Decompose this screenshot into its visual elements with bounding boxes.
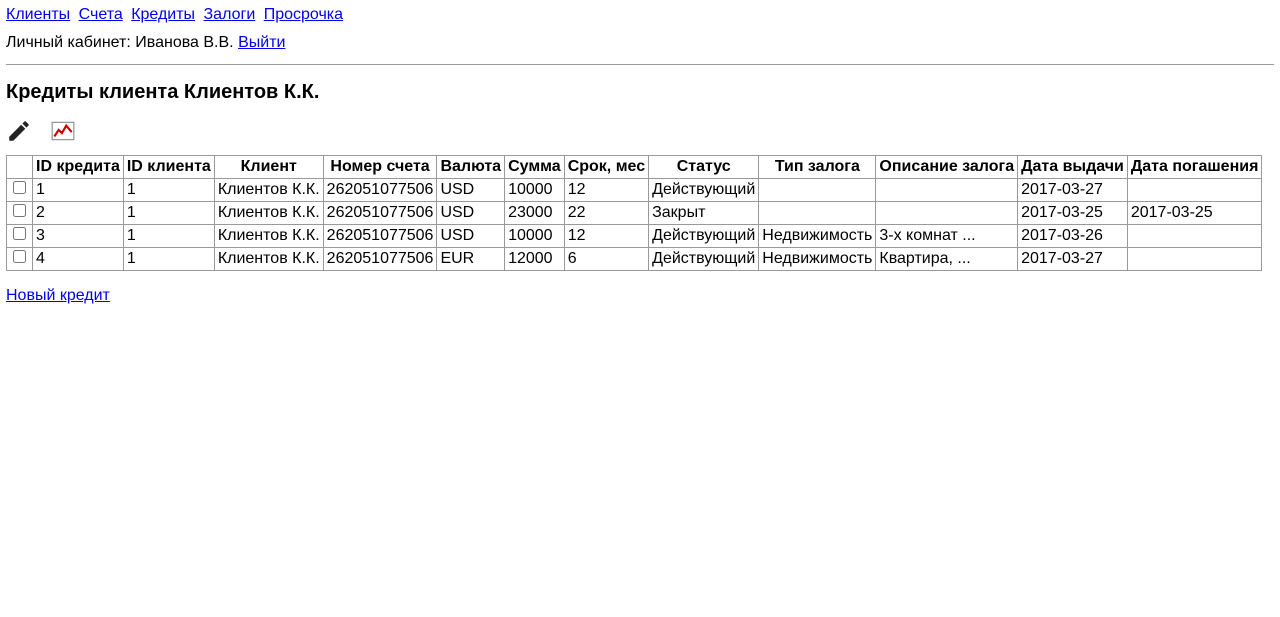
header-issue-date: Дата выдачи: [1018, 156, 1128, 179]
page-title: Кредиты клиента Клиентов К.К.: [6, 81, 1274, 104]
cell-credit-id: 2: [33, 202, 124, 225]
cell-repay-date: [1127, 225, 1262, 248]
logout-link[interactable]: Выйти: [238, 34, 285, 51]
cell-client-id: 1: [123, 179, 214, 202]
table-header-row: ID кредита ID клиента Клиент Номер счета…: [7, 156, 1262, 179]
cell-amount: 10000: [505, 179, 565, 202]
checkbox-cell: [7, 225, 33, 248]
header-client: Клиент: [214, 156, 323, 179]
cell-status: Действующий: [649, 248, 759, 271]
row-checkbox[interactable]: [13, 181, 26, 194]
cell-status: Действующий: [649, 179, 759, 202]
cell-status: Закрыт: [649, 202, 759, 225]
table-row: 21Клиентов К.К.262051077506USD2300022Зак…: [7, 202, 1262, 225]
cell-status: Действующий: [649, 225, 759, 248]
header-credit-id: ID кредита: [33, 156, 124, 179]
checkbox-cell: [7, 202, 33, 225]
cell-pledge-type: Недвижимость: [759, 225, 876, 248]
cell-issue-date: 2017-03-26: [1018, 225, 1128, 248]
header-currency: Валюта: [437, 156, 505, 179]
main-nav: Клиенты Счета Кредиты Залоги Просрочка: [6, 6, 1274, 24]
header-pledge-desc: Описание залога: [876, 156, 1018, 179]
cell-currency: EUR: [437, 248, 505, 271]
checkbox-cell: [7, 248, 33, 271]
toolbar: [6, 118, 1274, 149]
account-user-label: Личный кабинет: Иванова В.В.: [6, 34, 234, 51]
cell-account: 262051077506: [323, 225, 437, 248]
cell-pledge-desc: 3-х комнат ...: [876, 225, 1018, 248]
cell-account: 262051077506: [323, 202, 437, 225]
chart-button[interactable]: [50, 118, 76, 149]
cell-pledge-desc: [876, 179, 1018, 202]
cell-currency: USD: [437, 225, 505, 248]
cell-amount: 10000: [505, 225, 565, 248]
cell-client: Клиентов К.К.: [214, 225, 323, 248]
pencil-icon: [6, 118, 32, 144]
cell-account: 262051077506: [323, 179, 437, 202]
cell-client-id: 1: [123, 225, 214, 248]
nav-pledges[interactable]: Залоги: [204, 6, 256, 23]
cell-issue-date: 2017-03-27: [1018, 248, 1128, 271]
credits-table: ID кредита ID клиента Клиент Номер счета…: [6, 155, 1262, 271]
row-checkbox[interactable]: [13, 250, 26, 263]
cell-amount: 12000: [505, 248, 565, 271]
cell-term: 6: [564, 248, 648, 271]
cell-amount: 23000: [505, 202, 565, 225]
nav-accounts[interactable]: Счета: [79, 6, 123, 23]
cell-repay-date: [1127, 248, 1262, 271]
cell-term: 12: [564, 179, 648, 202]
chart-icon: [50, 118, 76, 144]
cell-pledge-type: [759, 202, 876, 225]
cell-credit-id: 3: [33, 225, 124, 248]
cell-client: Клиентов К.К.: [214, 179, 323, 202]
cell-client: Клиентов К.К.: [214, 202, 323, 225]
checkbox-cell: [7, 179, 33, 202]
new-credit-link[interactable]: Новый кредит: [6, 287, 110, 305]
header-repay-date: Дата погашения: [1127, 156, 1262, 179]
header-checkbox: [7, 156, 33, 179]
table-row: 41Клиентов К.К.262051077506EUR120006Дейс…: [7, 248, 1262, 271]
divider: [6, 64, 1274, 65]
nav-overdue[interactable]: Просрочка: [264, 6, 343, 23]
account-bar: Личный кабинет: Иванова В.В. Выйти: [6, 34, 1274, 52]
cell-credit-id: 4: [33, 248, 124, 271]
header-client-id: ID клиента: [123, 156, 214, 179]
cell-account: 262051077506: [323, 248, 437, 271]
header-pledge-type: Тип залога: [759, 156, 876, 179]
header-amount: Сумма: [505, 156, 565, 179]
cell-client-id: 1: [123, 202, 214, 225]
table-row: 31Клиентов К.К.262051077506USD1000012Дей…: [7, 225, 1262, 248]
cell-pledge-desc: [876, 202, 1018, 225]
edit-button[interactable]: [6, 118, 32, 149]
header-term: Срок, мес: [564, 156, 648, 179]
table-row: 11Клиентов К.К.262051077506USD1000012Дей…: [7, 179, 1262, 202]
cell-term: 12: [564, 225, 648, 248]
cell-issue-date: 2017-03-25: [1018, 202, 1128, 225]
header-account: Номер счета: [323, 156, 437, 179]
nav-clients[interactable]: Клиенты: [6, 6, 70, 23]
cell-client-id: 1: [123, 248, 214, 271]
cell-credit-id: 1: [33, 179, 124, 202]
cell-term: 22: [564, 202, 648, 225]
cell-currency: USD: [437, 202, 505, 225]
cell-repay-date: 2017-03-25: [1127, 202, 1262, 225]
cell-pledge-desc: Квартира, ...: [876, 248, 1018, 271]
cell-repay-date: [1127, 179, 1262, 202]
cell-pledge-type: Недвижимость: [759, 248, 876, 271]
cell-pledge-type: [759, 179, 876, 202]
row-checkbox[interactable]: [13, 204, 26, 217]
header-status: Статус: [649, 156, 759, 179]
cell-client: Клиентов К.К.: [214, 248, 323, 271]
cell-issue-date: 2017-03-27: [1018, 179, 1128, 202]
nav-credits[interactable]: Кредиты: [131, 6, 195, 23]
cell-currency: USD: [437, 179, 505, 202]
row-checkbox[interactable]: [13, 227, 26, 240]
